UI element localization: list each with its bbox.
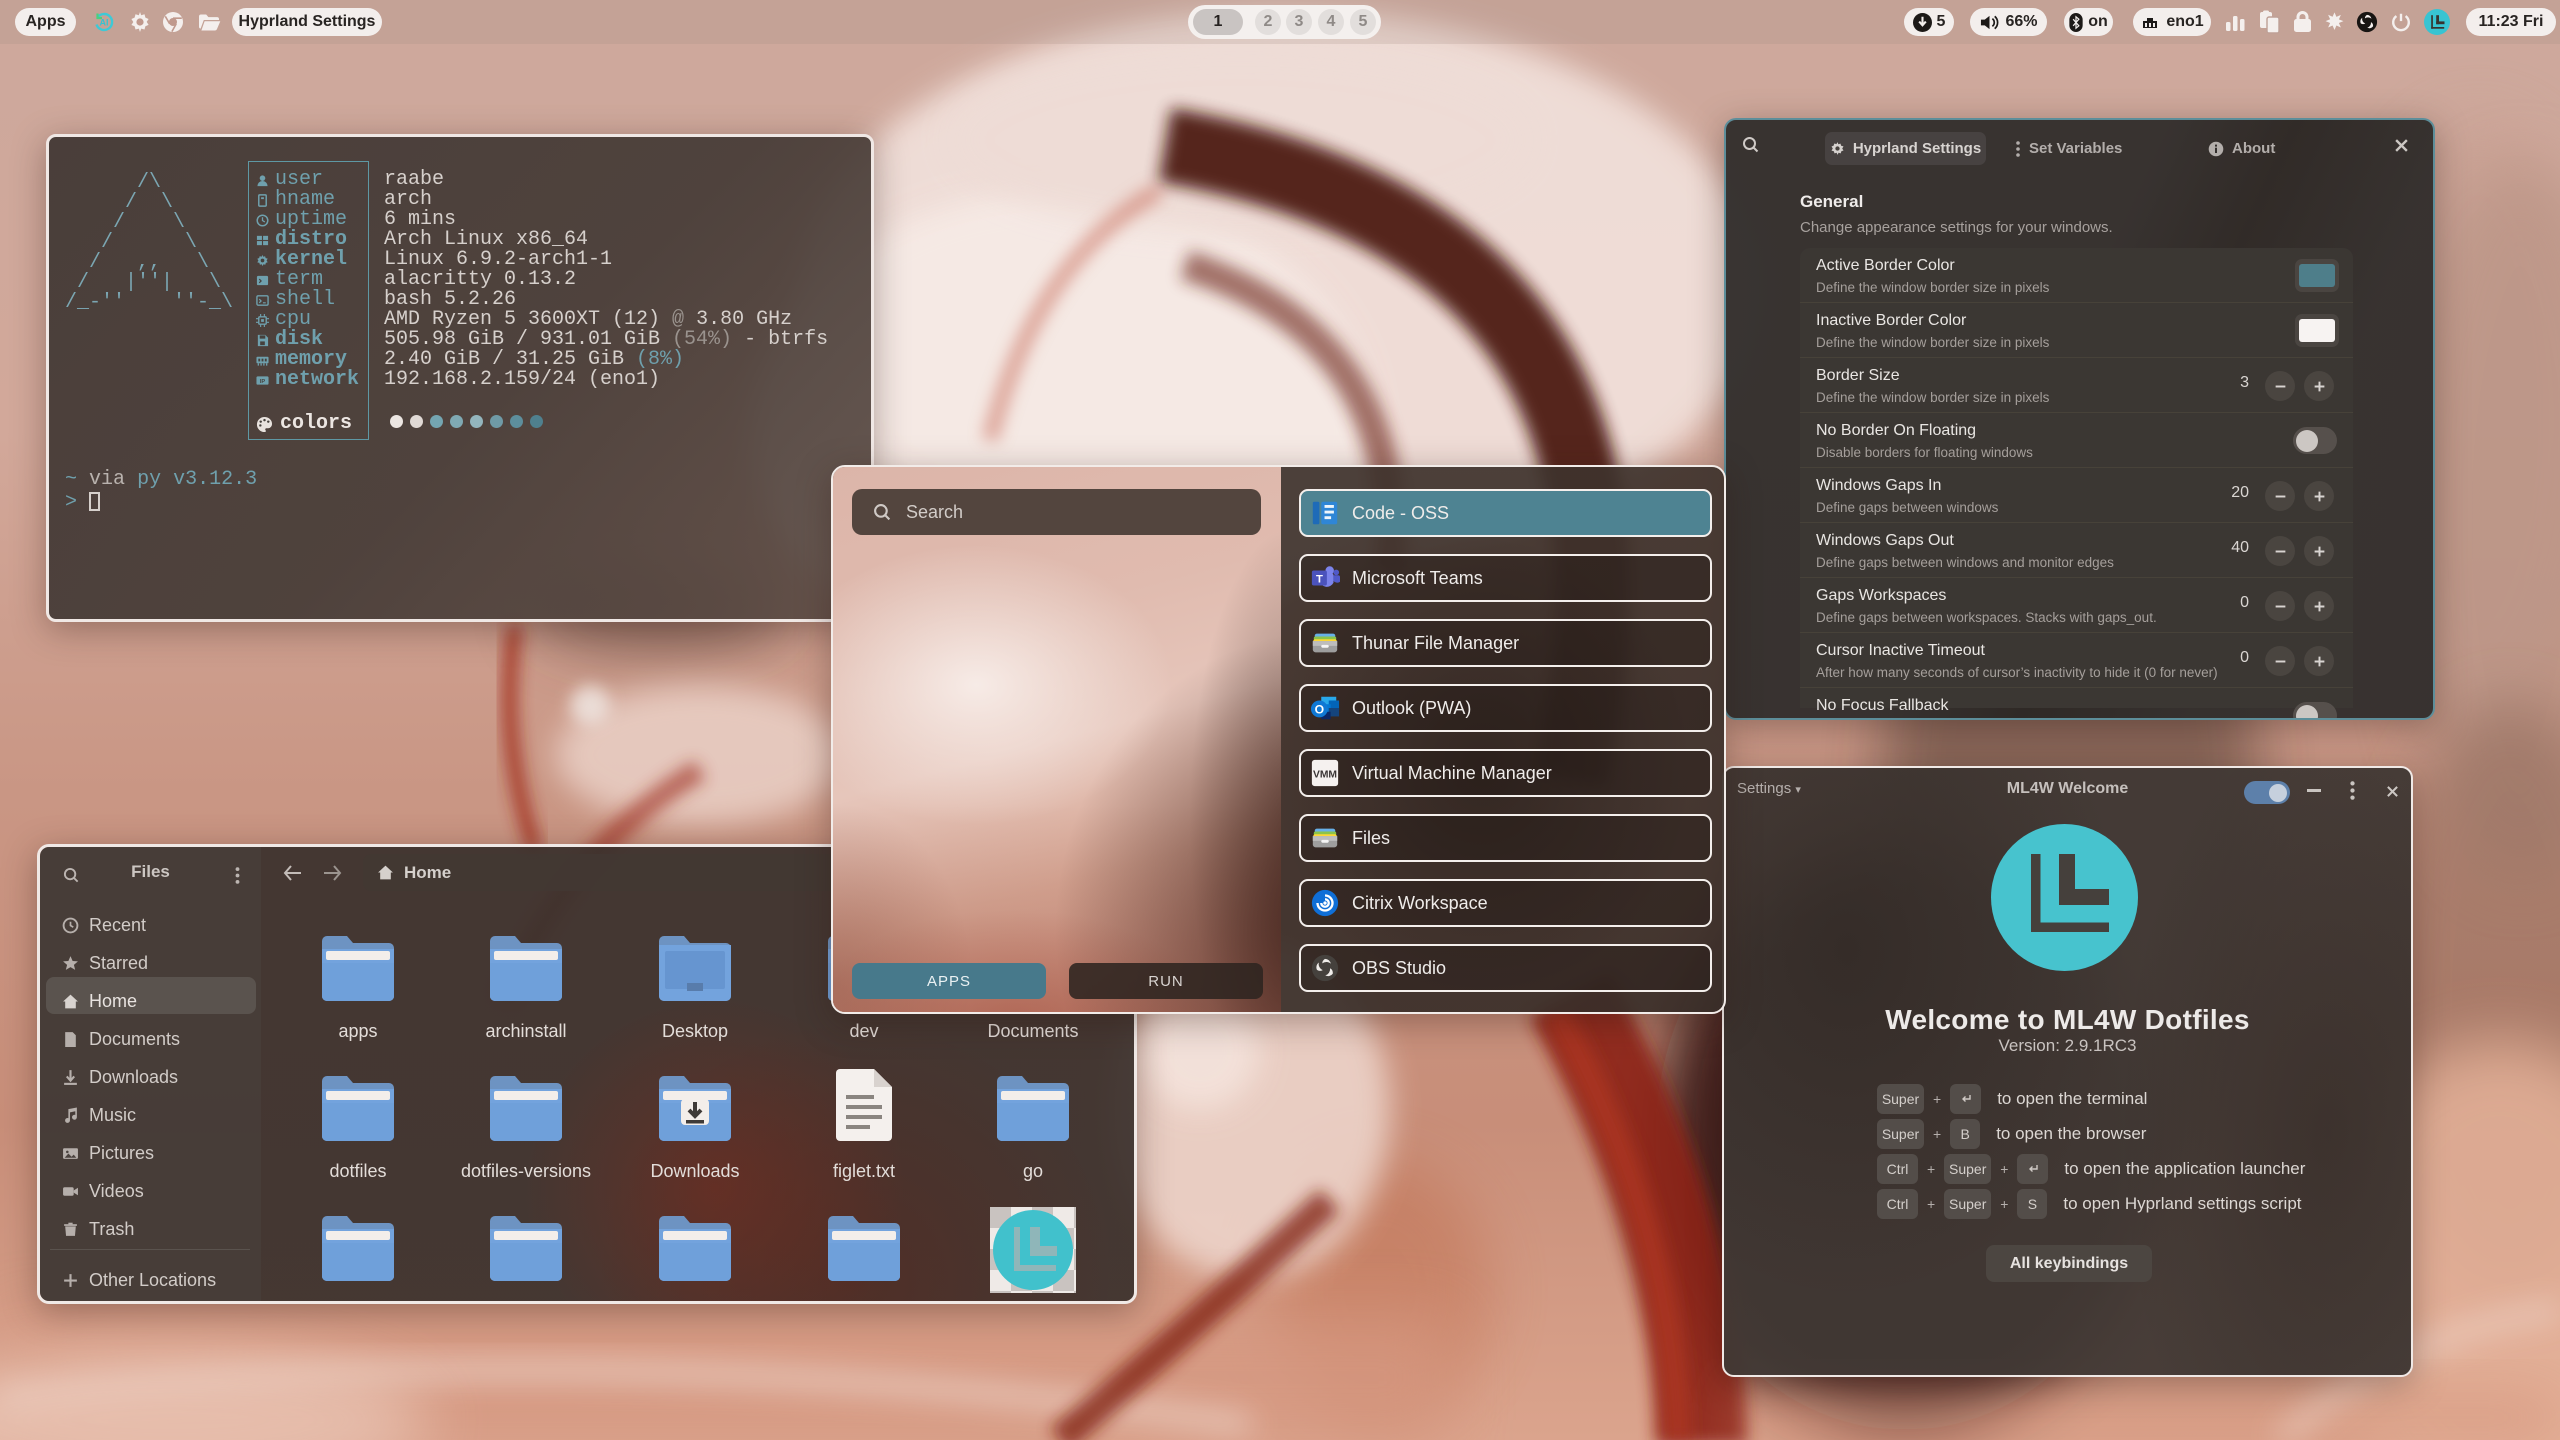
svg-text:VMM: VMM xyxy=(1313,770,1337,781)
svg-text:IP: IP xyxy=(260,378,266,384)
svg-text:O: O xyxy=(1315,703,1324,717)
svg-text:T: T xyxy=(1316,574,1323,586)
svg-text:AI: AI xyxy=(100,18,109,28)
